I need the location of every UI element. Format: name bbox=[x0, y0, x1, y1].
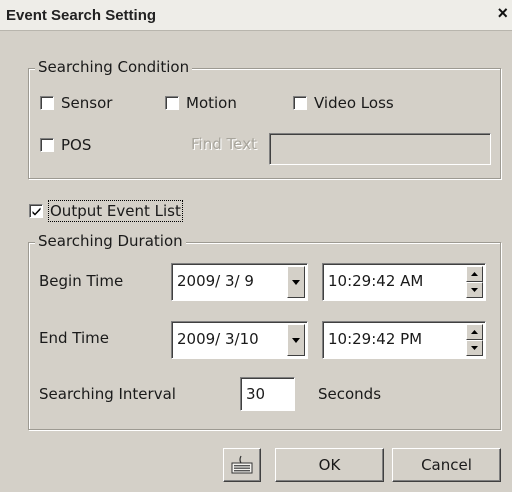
begin-time-label: Begin Time bbox=[39, 272, 124, 290]
sensor-checkbox[interactable]: Sensor bbox=[40, 94, 112, 112]
arrow-up-icon bbox=[471, 272, 478, 276]
motion-checkbox-box[interactable] bbox=[165, 96, 179, 110]
end-time-up-button[interactable] bbox=[466, 324, 483, 340]
end-time-spinner[interactable]: 10:29:42 PM bbox=[322, 321, 486, 359]
searching-interval-input[interactable]: 30 bbox=[240, 377, 295, 411]
find-text-label: Find Text bbox=[191, 135, 257, 153]
begin-time-down-button[interactable] bbox=[466, 282, 483, 298]
cancel-button-label: Cancel bbox=[421, 456, 472, 474]
output-event-list-label: Output Event List bbox=[48, 200, 183, 222]
end-date-dropdown-button[interactable] bbox=[287, 324, 305, 356]
end-date-dropdown[interactable]: 2009/ 3/10 bbox=[171, 321, 308, 359]
end-date-value: 2009/ 3/10 bbox=[177, 330, 259, 348]
searching-duration-legend: Searching Duration bbox=[35, 232, 186, 250]
dialog-title: Event Search Setting bbox=[6, 7, 157, 24]
begin-date-dropdown[interactable]: 2009/ 3/ 9 bbox=[171, 263, 308, 301]
begin-date-dropdown-button[interactable] bbox=[287, 266, 305, 298]
find-text-input[interactable] bbox=[269, 133, 491, 165]
ok-button-label: OK bbox=[318, 456, 341, 474]
output-event-list-checkbox-box[interactable] bbox=[29, 204, 43, 218]
output-event-list-checkbox[interactable]: Output Event List bbox=[29, 200, 183, 222]
motion-label: Motion bbox=[186, 94, 237, 112]
arrow-up-icon bbox=[471, 330, 478, 334]
searching-condition-legend: Searching Condition bbox=[35, 58, 193, 76]
sensor-label: Sensor bbox=[61, 94, 113, 112]
searching-interval-label: Searching Interval bbox=[39, 385, 176, 403]
event-search-dialog: Event Search Setting × Searching Conditi… bbox=[0, 0, 512, 492]
end-time-label: End Time bbox=[39, 329, 109, 347]
chevron-down-icon bbox=[292, 280, 300, 285]
close-button[interactable]: × bbox=[490, 2, 512, 26]
begin-time-spinner[interactable]: 10:29:42 AM bbox=[322, 263, 486, 301]
end-time-down-button[interactable] bbox=[466, 340, 483, 356]
seconds-unit-label: Seconds bbox=[318, 385, 382, 403]
begin-time-up-button[interactable] bbox=[466, 266, 483, 282]
cancel-button[interactable]: Cancel bbox=[392, 448, 501, 482]
checkmark-icon bbox=[32, 207, 41, 216]
begin-time-value: 10:29:42 AM bbox=[328, 272, 424, 290]
searching-interval-value: 30 bbox=[246, 385, 266, 403]
sensor-checkbox-box[interactable] bbox=[40, 96, 54, 110]
arrow-down-icon bbox=[471, 346, 478, 350]
motion-checkbox[interactable]: Motion bbox=[165, 94, 237, 112]
pos-label: POS bbox=[61, 136, 92, 154]
begin-date-value: 2009/ 3/ 9 bbox=[177, 272, 254, 290]
video-loss-checkbox[interactable]: Video Loss bbox=[293, 94, 394, 112]
keyboard-icon bbox=[231, 455, 253, 474]
video-loss-checkbox-box[interactable] bbox=[293, 96, 307, 110]
video-loss-label: Video Loss bbox=[314, 94, 394, 112]
keyboard-button[interactable] bbox=[223, 448, 261, 482]
end-time-value: 10:29:42 PM bbox=[328, 330, 423, 348]
ok-button[interactable]: OK bbox=[275, 448, 384, 482]
pos-checkbox-box[interactable] bbox=[40, 138, 54, 152]
chevron-down-icon bbox=[292, 338, 300, 343]
title-bar[interactable]: Event Search Setting × bbox=[0, 0, 512, 31]
pos-checkbox[interactable]: POS bbox=[40, 136, 91, 154]
arrow-down-icon bbox=[471, 288, 478, 292]
